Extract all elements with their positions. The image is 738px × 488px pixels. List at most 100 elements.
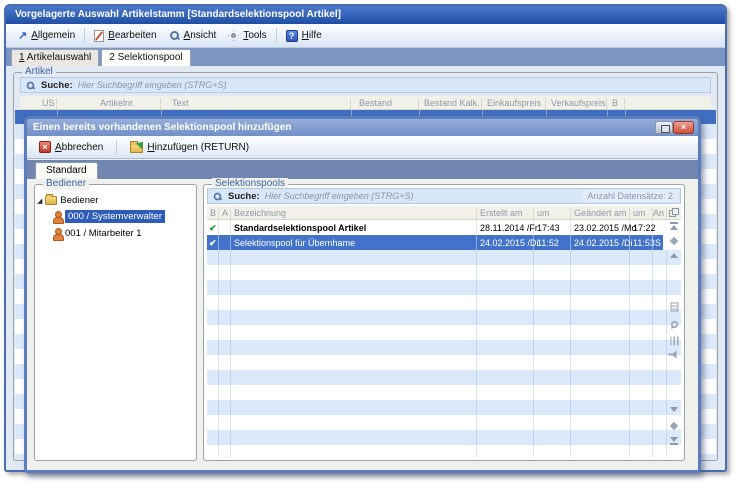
close-button[interactable]: × (673, 121, 694, 134)
check-icon: ✔ (209, 223, 217, 234)
cancel-icon: × (39, 141, 51, 153)
dialog-tab-strip: Standard (27, 160, 698, 179)
expander-icon[interactable]: ◢ (37, 197, 42, 205)
menu-ansicht[interactable]: Ansicht (163, 28, 223, 43)
column-header-a[interactable]: A (222, 208, 228, 218)
dialog-title-bar[interactable]: Einen bereits vorhandenen Selektionspool… (27, 119, 698, 136)
column-header-einkaufspreis[interactable]: Einkaufspreis (487, 98, 541, 108)
tree-root-bediener[interactable]: ◢ Bediener (37, 193, 194, 208)
menu-hilfe[interactable]: ? Hilfe (280, 28, 328, 44)
screen: Vorgelagerte Auswahl Artikelstamm [Stand… (0, 0, 738, 488)
menu-bar: ↗ Allgemein Bearbeiten Ansicht Tools ? H… (6, 24, 725, 48)
check-icon: ✔ (209, 238, 217, 249)
column-header-an[interactable]: An (653, 208, 664, 218)
add-button[interactable]: Hinzufügen (RETURN) (126, 139, 253, 155)
menu-allgemein[interactable]: ↗ Allgemein (12, 28, 81, 43)
help-icon: ? (286, 30, 298, 42)
pool-row-standard[interactable]: ✔ Standardselektionspool Artikel 28.11.2… (207, 220, 663, 235)
dialog-page: Bediener ◢ Bediener 000 / Systemverwalte… (27, 179, 698, 470)
window-title: Vorgelagerte Auswahl Artikelstamm [Stand… (15, 9, 341, 20)
scroll-bottom-icon[interactable] (667, 437, 681, 445)
sort-icon[interactable] (667, 337, 681, 345)
column-header-geaendert-am[interactable]: Geändert am (574, 208, 627, 218)
tree-item-mitarbeiter1[interactable]: 001 / Mitarbeiter 1 (37, 226, 194, 241)
gear-icon (231, 33, 236, 38)
pools-empty-rows[interactable] (207, 250, 681, 457)
arrow-up-right-icon: ↗ (18, 31, 27, 41)
column-header-b[interactable]: B (210, 208, 216, 218)
window-title-bar[interactable]: Vorgelagerte Auswahl Artikelstamm [Stand… (6, 6, 725, 24)
column-header-bezeichnung[interactable]: Bezeichnung (234, 208, 286, 218)
artikel-search-bar[interactable]: Suche: Hier Suchbegriff eingeben (STRG+S… (20, 77, 711, 93)
add-icon (130, 143, 143, 153)
column-header-verkaufspreis[interactable]: Verkaufspreis (551, 98, 606, 108)
edit-icon (94, 30, 104, 42)
copy-icon[interactable] (669, 208, 678, 217)
menu-bearbeiten[interactable]: Bearbeiten (88, 28, 162, 44)
pool-name: Selektionspool für Übernhame (234, 238, 355, 248)
column-header-bestand[interactable]: Bestand (359, 98, 392, 108)
pool-created: 28.11.2014 /Fr (480, 223, 538, 233)
selektionspools-groupbox: Selektionspools Suche: Hier Suchbegriff … (203, 184, 685, 461)
user-icon (52, 228, 62, 240)
grid-search-icon[interactable] (667, 319, 681, 330)
column-header-text[interactable]: Text (172, 98, 189, 108)
menu-separator (276, 28, 277, 43)
column-header-b[interactable]: B (612, 98, 618, 108)
column-chooser-icon[interactable] (667, 303, 681, 311)
user-icon (52, 211, 62, 223)
row-up-icon[interactable] (667, 237, 681, 245)
pool-name: Standardselektionspool Artikel (234, 223, 366, 233)
tree-item-systemverwalter[interactable]: 000 / Systemverwalter (37, 209, 194, 224)
row-down-icon[interactable] (667, 422, 681, 430)
menu-bearbeiten-label: Bearbeiten (108, 30, 156, 41)
pools-search-bar[interactable]: Suche: Hier Suchbegriff eingeben (STRG+S… (207, 188, 681, 204)
add-label: Hinzufügen (RETURN) (147, 142, 249, 153)
column-header-bestand-kalk[interactable]: Bestand Kalk. (424, 98, 480, 108)
pool-changed-time: 17:22 (633, 223, 656, 233)
bediener-groupbox: Bediener ◢ Bediener 000 / Systemverwalte… (34, 184, 197, 461)
pool-created: 24.02.2015 /Di (480, 238, 539, 248)
cancel-button[interactable]: × Abbrechen (35, 139, 107, 155)
tab-standard[interactable]: Standard (35, 162, 98, 179)
pools-search-placeholder: Hier Suchbegriff eingeben (STRG+S) (265, 191, 414, 201)
dialog-title: Einen bereits vorhandenen Selektionspool… (33, 122, 291, 133)
toolbar-separator (116, 140, 117, 155)
folder-icon (45, 196, 57, 205)
record-count-badge: Anzahl Datensätze: 2 (582, 190, 678, 202)
dialog-toolbar: × Abbrechen Hinzufügen (RETURN) (27, 136, 698, 159)
tab-selektionspool[interactable]: 2 Selektionspool (101, 49, 190, 66)
search-icon (213, 191, 222, 200)
artikel-grid-header: US Artikelnr. Text Bestand Bestand Kalk.… (20, 96, 711, 110)
pool-changed: 24.02.2015 /Di (574, 238, 633, 248)
menu-tools[interactable]: Tools (222, 28, 272, 43)
filter-icon[interactable] (667, 352, 681, 357)
scroll-top-icon[interactable] (667, 222, 681, 230)
dialog-window: Einen bereits vorhandenen Selektionspool… (24, 116, 701, 473)
artikel-search-placeholder: Hier Suchbegriff eingeben (STRG+S) (78, 80, 227, 90)
menu-tools-label: Tools (243, 30, 266, 41)
tree-item-label: 001 / Mitarbeiter 1 (65, 228, 142, 239)
scroll-down-icon[interactable] (667, 407, 681, 412)
column-header-um-1[interactable]: um (537, 208, 550, 218)
search-icon (26, 80, 35, 89)
menu-separator (84, 28, 85, 43)
restore-button[interactable] (655, 121, 673, 134)
pool-created-time: 11:52 (537, 238, 559, 248)
pool-changed: 23.02.2015 /Mo (574, 223, 637, 233)
cancel-label: Abbrechen (55, 142, 103, 153)
column-header-um-2[interactable]: um (633, 208, 646, 218)
search-label: Suche: (41, 80, 73, 91)
menu-ansicht-label: Ansicht (184, 30, 217, 41)
tab-artikelauswahl[interactable]: 1 Artikelauswahl (11, 49, 99, 66)
scroll-up-icon[interactable] (667, 253, 681, 258)
pools-grid-body: ✔ Standardselektionspool Artikel 28.11.2… (207, 220, 681, 457)
pool-changed-time: 11:53 (633, 238, 655, 248)
pools-grid-header: B A Bezeichnung Erstellt am um Geändert … (207, 206, 681, 220)
pool-row-uebernahme-selected[interactable]: ✔ Selektionspool für Übernhame 24.02.201… (207, 235, 663, 250)
pools-search-label: Suche: (228, 191, 260, 202)
column-header-us[interactable]: US (42, 98, 55, 108)
column-header-artikelnr[interactable]: Artikelnr. (100, 98, 135, 108)
main-tab-strip: 1 Artikelauswahl 2 Selektionspool (6, 48, 725, 66)
column-header-erstellt-am[interactable]: Erstellt am (480, 208, 523, 218)
